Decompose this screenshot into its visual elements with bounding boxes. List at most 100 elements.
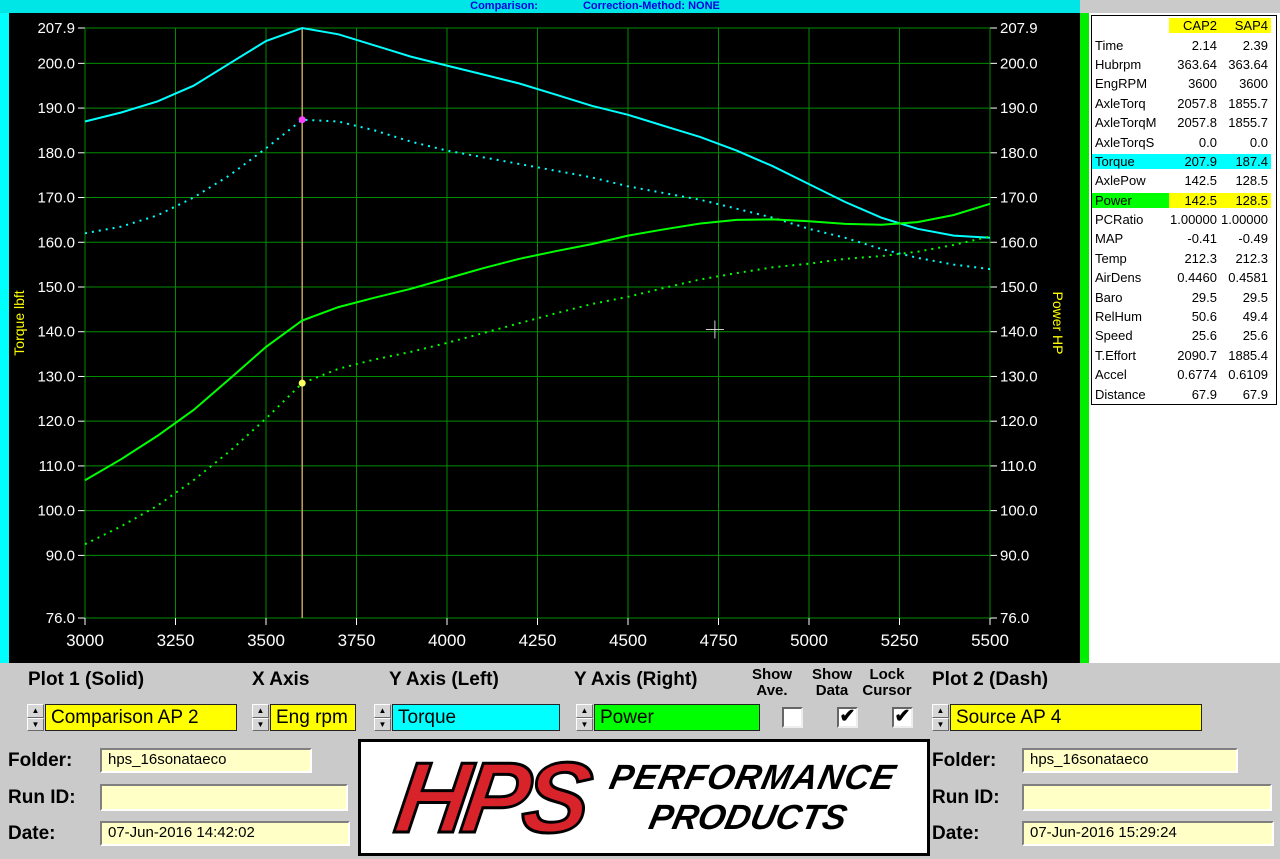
lock-cursor-checkbox[interactable]: ✔ — [892, 707, 913, 728]
spinner-up-icon[interactable]: ▲ — [576, 704, 593, 718]
row-value-sap4: 29.5 — [1220, 290, 1271, 305]
y-tick-left: 110.0 — [39, 458, 75, 475]
spinner-down-icon[interactable]: ▼ — [932, 718, 949, 732]
row-value-sap4: 67.9 — [1220, 387, 1271, 402]
row-label: T.Effort — [1092, 348, 1169, 363]
row-value-sap4: -0.49 — [1220, 231, 1271, 246]
y-tick-left: 160.0 — [37, 234, 75, 251]
comparison-titlebar: Comparison: Correction-Method: NONE — [0, 0, 1080, 13]
date-field-right[interactable]: 07-Jun-2016 15:29:24 — [1022, 821, 1274, 846]
row-value-sap4: 1885.4 — [1220, 348, 1271, 363]
row-value-cap2: 1.00000 — [1169, 212, 1220, 227]
folder-field-left[interactable]: hps_16sonataeco — [100, 748, 312, 773]
table-row: Torque207.9187.4 — [1092, 152, 1276, 171]
row-value-cap2: 0.4460 — [1169, 270, 1220, 285]
plot2-select[interactable]: Source AP 4 — [950, 704, 1202, 731]
row-value-cap2: 212.3 — [1169, 251, 1220, 266]
comparison-label: Comparison: — [470, 0, 538, 13]
yaxis-left-spinner[interactable]: ▲▼ — [374, 704, 391, 731]
row-value-sap4: 49.4 — [1220, 309, 1271, 324]
row-label: Power — [1092, 193, 1169, 208]
folder-label-right: Folder: — [932, 750, 996, 772]
spinner-up-icon[interactable]: ▲ — [27, 704, 44, 718]
runid-field-left[interactable] — [100, 784, 348, 811]
yaxis-right-spinner[interactable]: ▲▼ — [576, 704, 593, 731]
runid-label-left: Run ID: — [8, 787, 76, 809]
spinner-up-icon[interactable]: ▲ — [374, 704, 391, 718]
right-axis-color-strip — [1080, 13, 1089, 663]
x-tick: 4250 — [519, 631, 557, 650]
correction-method-label: Correction-Method: NONE — [583, 0, 720, 13]
table-row: RelHum50.649.4 — [1092, 307, 1276, 326]
y-tick-left: 180.0 — [37, 145, 75, 162]
row-value-cap2: 2057.8 — [1169, 96, 1220, 111]
row-label: Distance — [1092, 387, 1169, 402]
table-row: AxleTorq2057.81855.7 — [1092, 94, 1276, 113]
spinner-up-icon[interactable]: ▲ — [932, 704, 949, 718]
table-row: PCRatio1.000001.00000 — [1092, 210, 1276, 229]
show-data-checkbox[interactable]: ✔ — [837, 707, 858, 728]
plot2-spinner[interactable]: ▲▼ — [932, 704, 949, 731]
hps-tagline-products: PRODUCTS — [646, 798, 892, 838]
dyno-chart[interactable]: 207.9207.9200.0200.0190.0190.0180.0180.0… — [9, 13, 1080, 663]
xaxis-select[interactable]: Eng rpm — [270, 704, 356, 731]
table-row: AirDens0.44600.4581 — [1092, 268, 1276, 287]
row-label: Baro — [1092, 290, 1169, 305]
spinner-down-icon[interactable]: ▼ — [252, 718, 269, 732]
table-header-sap4: SAP4 — [1220, 18, 1271, 33]
date-label-left: Date: — [8, 823, 56, 845]
y-tick-left: 120.0 — [37, 413, 75, 430]
table-row: Temp212.3212.3 — [1092, 249, 1276, 268]
live-data-panel: CAP2 SAP4 Time2.142.39Hubrpm363.64363.64… — [1089, 13, 1280, 663]
row-value-sap4: 1855.7 — [1220, 96, 1271, 111]
row-value-sap4: 0.0 — [1220, 135, 1271, 150]
show-ave-checkbox[interactable] — [782, 707, 803, 728]
runid-field-right[interactable] — [1022, 784, 1272, 811]
xaxis-spinner[interactable]: ▲▼ — [252, 704, 269, 731]
spinner-down-icon[interactable]: ▼ — [27, 718, 44, 732]
y-tick-left: 130.0 — [37, 368, 75, 385]
row-value-cap2: 2090.7 — [1169, 348, 1220, 363]
spinner-down-icon[interactable]: ▼ — [374, 718, 391, 732]
hps-logo-text: HPS — [390, 753, 590, 843]
row-label: Temp — [1092, 251, 1169, 266]
row-label: MAP — [1092, 231, 1169, 246]
row-value-cap2: 25.6 — [1169, 328, 1220, 343]
y-tick-right: 190.0 — [1000, 100, 1038, 117]
left-axis-title: Torque lbft — [11, 290, 27, 355]
row-value-cap2: 3600 — [1169, 76, 1220, 91]
y-tick-right: 100.0 — [1000, 503, 1038, 520]
row-value-sap4: 0.6109 — [1220, 367, 1271, 382]
control-panel: Plot 1 (Solid) X Axis Y Axis (Left) Y Ax… — [0, 663, 1280, 859]
row-value-sap4: 1.00000 — [1220, 212, 1271, 227]
spinner-down-icon[interactable]: ▼ — [576, 718, 593, 732]
x-tick: 4000 — [428, 631, 466, 650]
yaxis-left-label: Y Axis (Left) — [389, 669, 499, 691]
runid-label-right: Run ID: — [932, 787, 1000, 809]
table-row: Distance67.967.9 — [1092, 384, 1276, 403]
y-tick-left: 190.0 — [37, 100, 75, 117]
hps-tagline-performance: PERFORMANCE — [606, 758, 900, 798]
plot1-select[interactable]: Comparison AP 2 — [45, 704, 237, 731]
row-value-sap4: 3600 — [1220, 76, 1271, 91]
y-tick-left: 170.0 — [37, 190, 75, 207]
y-tick-right: 90.0 — [1000, 547, 1029, 564]
spinner-up-icon[interactable]: ▲ — [252, 704, 269, 718]
row-value-cap2: -0.41 — [1169, 231, 1220, 246]
folder-field-right[interactable]: hps_16sonataeco — [1022, 748, 1238, 773]
yaxis-right-select[interactable]: Power — [594, 704, 760, 731]
row-value-cap2: 0.0 — [1169, 135, 1220, 150]
row-value-cap2: 363.64 — [1169, 57, 1220, 72]
cursor-marker — [299, 380, 306, 387]
row-value-sap4: 128.5 — [1220, 173, 1271, 188]
y-tick-left: 150.0 — [37, 279, 75, 296]
xaxis-label: X Axis — [252, 669, 309, 691]
y-tick-right: 110.0 — [1000, 458, 1036, 475]
yaxis-left-select[interactable]: Torque — [392, 704, 560, 731]
y-tick-right: 76.0 — [1000, 610, 1029, 627]
row-value-cap2: 142.5 — [1169, 193, 1220, 208]
row-value-cap2: 2057.8 — [1169, 115, 1220, 130]
plot1-spinner[interactable]: ▲▼ — [27, 704, 44, 731]
date-field-left[interactable]: 07-Jun-2016 14:42:02 — [100, 821, 350, 846]
row-value-sap4: 128.5 — [1220, 193, 1271, 208]
